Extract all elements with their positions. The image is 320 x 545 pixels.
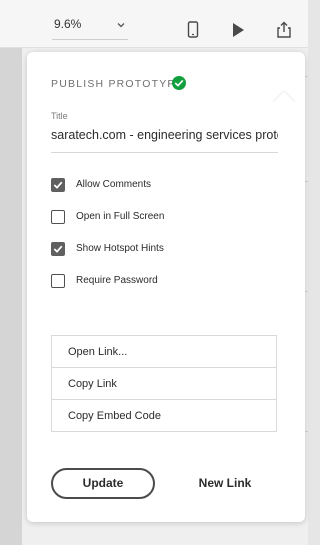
checkbox-checked-icon xyxy=(51,242,65,256)
allow-comments-label: Allow Comments xyxy=(76,179,152,190)
require-password-label: Require Password xyxy=(76,275,158,286)
title-input[interactable]: saratech.com - engineering services prot… xyxy=(51,128,278,153)
new-link-button[interactable]: New Link xyxy=(185,468,265,499)
publish-prototype-popover: PUBLISH PROTOTYPE Title saratech.com - e… xyxy=(27,52,305,522)
update-button[interactable]: Update xyxy=(51,468,155,499)
checkbox-unchecked-icon xyxy=(51,274,65,288)
zoom-dropdown[interactable]: 9.6% xyxy=(52,14,128,40)
mobile-device-icon[interactable] xyxy=(184,20,202,40)
allow-comments-checkbox[interactable]: Allow Comments xyxy=(51,177,271,195)
show-hotspot-hints-label: Show Hotspot Hints xyxy=(76,243,164,254)
require-password-checkbox[interactable]: Require Password xyxy=(51,273,271,291)
share-icon[interactable] xyxy=(275,20,293,40)
copy-embed-code-action[interactable]: Copy Embed Code xyxy=(52,399,276,431)
top-toolbar: 9.6% xyxy=(0,0,308,48)
open-link-action[interactable]: Open Link... xyxy=(52,336,276,367)
popover-heading: PUBLISH PROTOTYPE xyxy=(51,78,184,90)
show-hotspot-hints-checkbox[interactable]: Show Hotspot Hints xyxy=(51,241,271,259)
play-icon[interactable] xyxy=(229,20,247,40)
link-actions-list: Open Link... Copy Link Copy Embed Code xyxy=(51,335,277,432)
open-full-screen-checkbox[interactable]: Open in Full Screen xyxy=(51,209,271,227)
title-label: Title xyxy=(51,111,68,121)
open-link-label: Open Link... xyxy=(68,346,128,358)
popover-caret xyxy=(272,91,296,115)
copy-link-label: Copy Link xyxy=(68,378,117,390)
left-panel-strip xyxy=(0,0,22,545)
chevron-down-icon xyxy=(117,23,125,28)
zoom-value: 9.6% xyxy=(54,17,82,31)
copy-embed-code-label: Copy Embed Code xyxy=(68,410,161,422)
published-check-icon xyxy=(172,76,186,90)
copy-link-action[interactable]: Copy Link xyxy=(52,367,276,399)
open-full-screen-label: Open in Full Screen xyxy=(76,211,165,222)
checkbox-unchecked-icon xyxy=(51,210,65,224)
checkbox-checked-icon xyxy=(51,178,65,192)
